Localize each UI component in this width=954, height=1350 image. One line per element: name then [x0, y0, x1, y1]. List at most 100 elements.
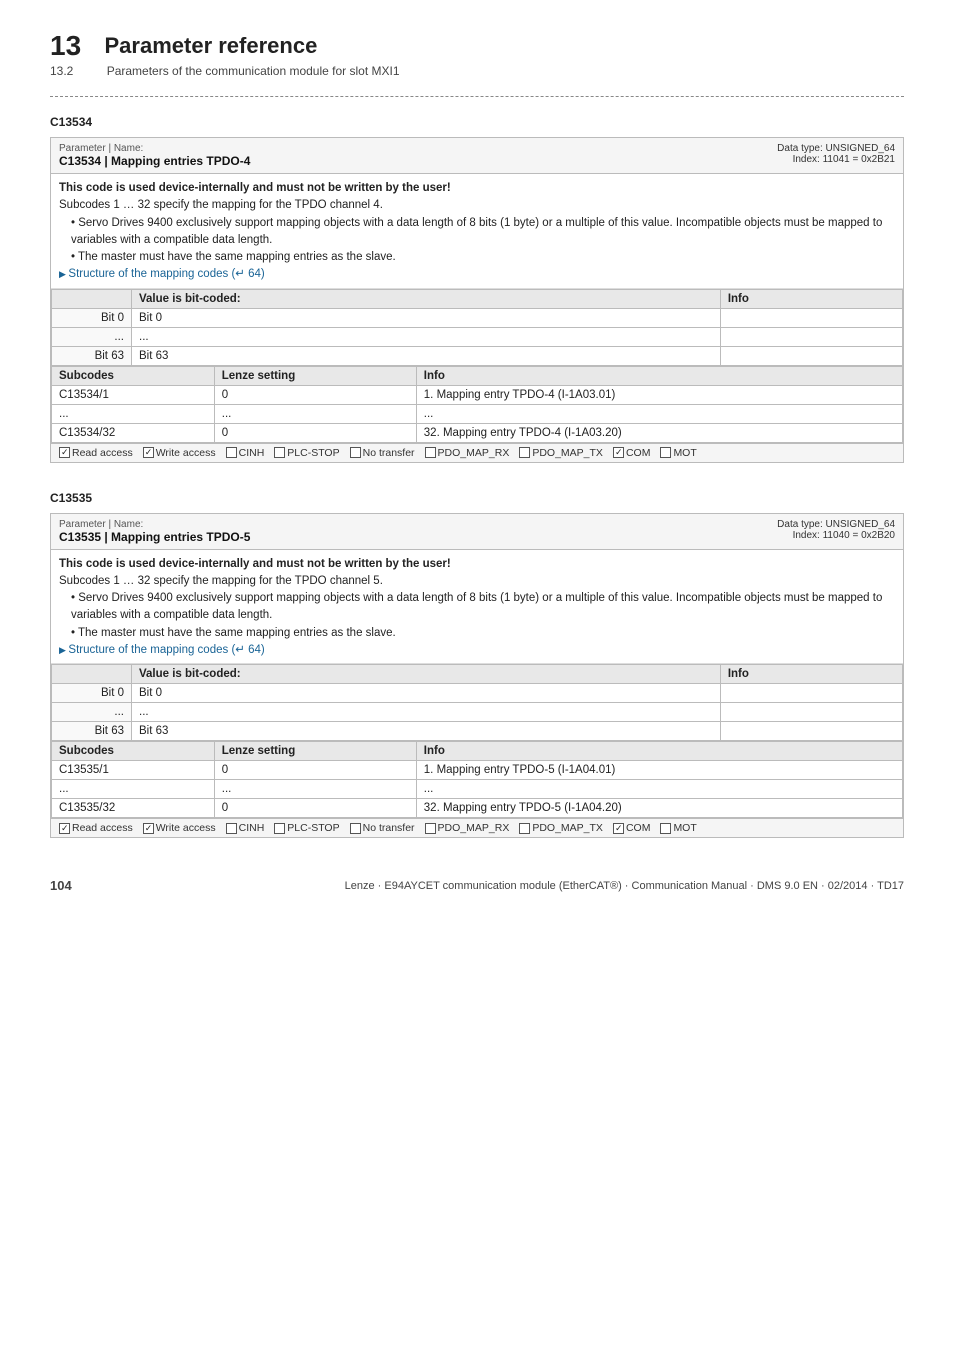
checkbox-com [613, 447, 624, 458]
desc-bullet1-2: • Servo Drives 9400 exclusively support … [59, 590, 895, 625]
footer2-mot: MOT [660, 822, 696, 834]
table-row: C13534/1 0 1. Mapping entry TPDO-4 (I-1A… [52, 385, 903, 404]
footer2-read-access: Read access [59, 822, 133, 834]
checkbox-write-access [143, 447, 154, 458]
sub-col-header-2b: Info [416, 742, 902, 761]
param-name-value-2: C13535 | Mapping entries TPDO-5 [59, 530, 250, 544]
checkbox2-mot [660, 823, 671, 834]
footer2-pdo-map-tx: PDO_MAP_TX [519, 822, 603, 834]
desc-link[interactable]: Structure of the mapping codes (↵ 64) [59, 266, 895, 283]
section-label-c13535: C13535 [50, 491, 904, 505]
checkbox2-write-access [143, 823, 154, 834]
table-row: Bit 0 Bit 0 [52, 684, 903, 703]
footer2-pdo-map-rx: PDO_MAP_RX [425, 822, 510, 834]
subchapter-num: 13.2 [50, 64, 73, 78]
footer-row-c13535: Read access Write access CINH PLC-STOP N… [51, 818, 903, 837]
footer-mot: MOT [660, 447, 696, 459]
footer-cinh: CINH [226, 447, 265, 459]
bit-col-header-2b: Info [720, 665, 902, 684]
checkbox2-plc-stop [274, 823, 285, 834]
section-label-c13534: C13534 [50, 115, 904, 129]
subcodes-table-c13534: Subcodes Lenze setting Info C13534/1 0 1… [51, 366, 903, 443]
sub-col-header-1b: Lenze setting [214, 742, 416, 761]
footer-no-transfer: No transfer [350, 447, 415, 459]
subcodes-table-c13535: Subcodes Lenze setting Info C13535/1 0 1… [51, 741, 903, 818]
bit-col-header-0 [52, 289, 132, 308]
table-row: C13535/1 0 1. Mapping entry TPDO-5 (I-1A… [52, 761, 903, 780]
footer-pdo-map-tx: PDO_MAP_TX [519, 447, 603, 459]
checkbox2-no-transfer [350, 823, 361, 834]
footer-plc-stop: PLC-STOP [274, 447, 339, 459]
bit-table-c13535: Value is bit-coded: Info Bit 0 Bit 0 ...… [51, 664, 903, 741]
page-number: 104 [50, 878, 72, 893]
param-label-2: Parameter | Name: [59, 519, 250, 530]
param-description-c13535: This code is used device-internally and … [51, 550, 903, 665]
footer2-com: COM [613, 822, 651, 834]
checkbox2-cinh [226, 823, 237, 834]
checkbox-pdo-map-rx [425, 447, 436, 458]
subchapter-title: Parameters of the communication module f… [107, 64, 400, 78]
footer2-no-transfer: No transfer [350, 822, 415, 834]
param-name-value: C13534 | Mapping entries TPDO-4 [59, 154, 250, 168]
checkbox-plc-stop [274, 447, 285, 458]
bit-table-c13534: Value is bit-coded: Info Bit 0 Bit 0 ...… [51, 289, 903, 366]
footer-read-access: Read access [59, 447, 133, 459]
footer2-plc-stop: PLC-STOP [274, 822, 339, 834]
param-block-c13535: Parameter | Name: C13535 | Mapping entri… [50, 513, 904, 839]
param-name-block: Parameter | Name: C13534 | Mapping entri… [59, 143, 250, 168]
sub-col-header-0b: Subcodes [52, 742, 215, 761]
structure-link-c13534[interactable]: Structure of the mapping codes (↵ 64) [59, 268, 265, 280]
param-description-c13534: This code is used device-internally and … [51, 174, 903, 289]
param-header-c13534: Parameter | Name: C13534 | Mapping entri… [51, 138, 903, 174]
table-row: Bit 63 Bit 63 [52, 346, 903, 365]
desc-line2-2: Subcodes 1 … 32 specify the mapping for … [59, 573, 895, 590]
table-row: C13534/32 0 32. Mapping entry TPDO-4 (I-… [52, 423, 903, 442]
footer2-write-access: Write access [143, 822, 216, 834]
table-row: ... ... [52, 703, 903, 722]
page-header: 13 Parameter reference 13.2 Parameters o… [50, 30, 904, 78]
bit-col-header-1b: Value is bit-coded: [132, 665, 721, 684]
table-row: ... ... ... [52, 404, 903, 423]
table-row: C13535/32 0 32. Mapping entry TPDO-5 (I-… [52, 799, 903, 818]
sub-col-header-2: Info [416, 366, 902, 385]
bit-col-header-1: Value is bit-coded: [132, 289, 721, 308]
desc-line2: Subcodes 1 … 32 specify the mapping for … [59, 197, 895, 214]
checkbox-read-access [59, 447, 70, 458]
chapter-title: Parameter reference [105, 33, 318, 59]
sub-col-header-1: Lenze setting [214, 366, 416, 385]
checkbox-no-transfer [350, 447, 361, 458]
bit-col-header-2: Info [720, 289, 902, 308]
desc-bullet2: • The master must have the same mapping … [59, 249, 895, 266]
footer2-cinh: CINH [226, 822, 265, 834]
checkbox2-pdo-map-rx [425, 823, 436, 834]
table-row: ... ... [52, 327, 903, 346]
desc-bold: This code is used device-internally and … [59, 180, 895, 197]
param-data-type-2: Data type: UNSIGNED_64 Index: 11040 = 0x… [777, 519, 895, 541]
checkbox-mot [660, 447, 671, 458]
checkbox-pdo-map-tx [519, 447, 530, 458]
bit-col-header-0b [52, 665, 132, 684]
footer-com: COM [613, 447, 651, 459]
checkbox2-com [613, 823, 624, 834]
footer-text: Lenze · E94AYCET communication module (E… [345, 880, 904, 892]
sub-col-header-0: Subcodes [52, 366, 215, 385]
param-block-c13534: Parameter | Name: C13534 | Mapping entri… [50, 137, 904, 463]
subchapter: 13.2 Parameters of the communication mod… [50, 64, 904, 78]
param-name-block-2: Parameter | Name: C13535 | Mapping entri… [59, 519, 250, 544]
structure-link-c13535[interactable]: Structure of the mapping codes (↵ 64) [59, 644, 265, 656]
param-data-type: Data type: UNSIGNED_64 Index: 11041 = 0x… [777, 143, 895, 165]
footer-row-c13534: Read access Write access CINH PLC-STOP N… [51, 443, 903, 462]
divider [50, 96, 904, 97]
checkbox2-read-access [59, 823, 70, 834]
footer-pdo-map-rx: PDO_MAP_RX [425, 447, 510, 459]
footer-write-access: Write access [143, 447, 216, 459]
param-header-c13535: Parameter | Name: C13535 | Mapping entri… [51, 514, 903, 550]
desc-link-2[interactable]: Structure of the mapping codes (↵ 64) [59, 642, 895, 659]
page-footer: 104 Lenze · E94AYCET communication modul… [50, 878, 904, 893]
checkbox2-pdo-map-tx [519, 823, 530, 834]
checkbox-cinh [226, 447, 237, 458]
param-label: Parameter | Name: [59, 143, 250, 154]
table-row: Bit 0 Bit 0 [52, 308, 903, 327]
table-row: Bit 63 Bit 63 [52, 722, 903, 741]
table-row: ... ... ... [52, 780, 903, 799]
